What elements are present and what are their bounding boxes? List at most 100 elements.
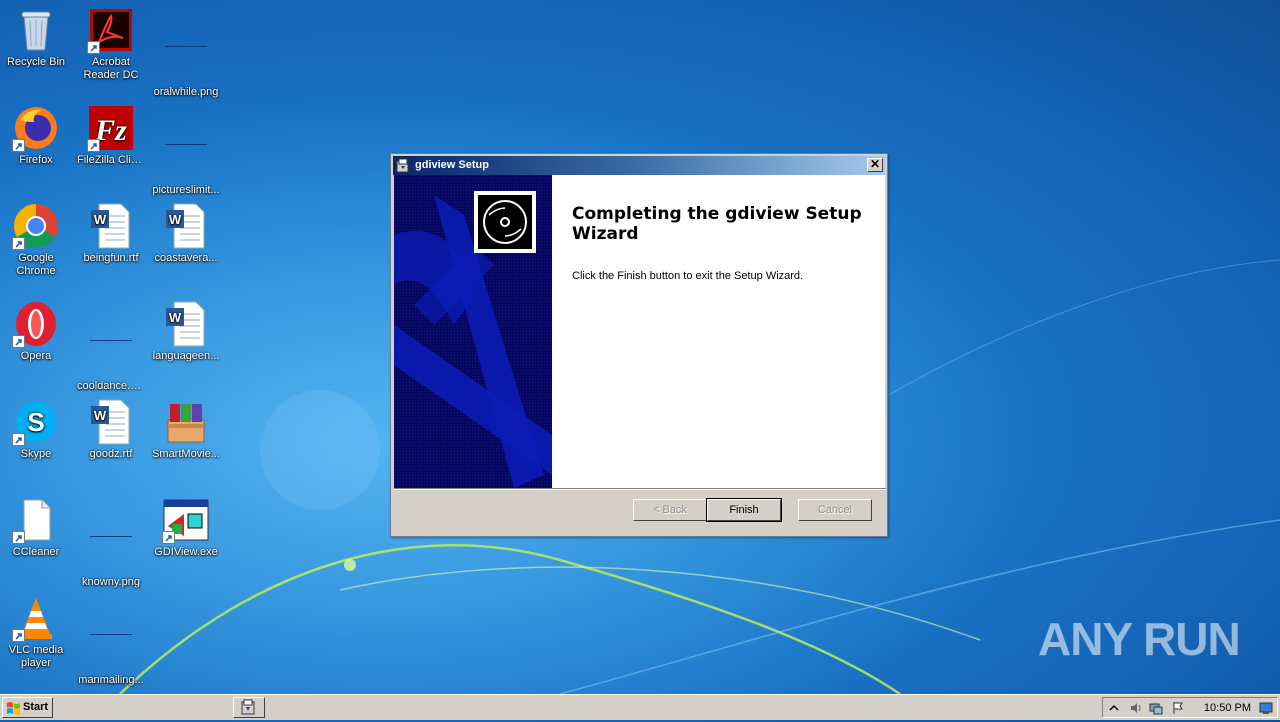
- finish-button[interactable]: Finish: [706, 498, 782, 522]
- desktop-icon-oralwhile[interactable]: oralwhile.png: [150, 6, 222, 99]
- word-doc-icon: W: [162, 202, 210, 250]
- desktop-icon-label: Opera: [20, 350, 52, 362]
- desktop-icon-languageen[interactable]: W languageen...: [150, 300, 222, 363]
- desktop-icon-firefox[interactable]: Firefox: [0, 104, 72, 167]
- desktop-icon-label: GDIView.exe: [154, 546, 218, 558]
- png-file-icon: [87, 330, 135, 378]
- desktop-icon-label: FileZilla Client: [77, 154, 147, 166]
- firefox-icon: [12, 104, 60, 152]
- desktop-icon-label: languageen...: [152, 350, 220, 362]
- desktop-icon-label: Skype: [20, 448, 52, 460]
- wizard-content: Completing the gdiview Setup Wizard Clic…: [552, 175, 885, 488]
- desktop-icon-label: Firefox: [19, 154, 53, 166]
- dialog-title: gdiview Setup: [415, 159, 489, 171]
- cancel-button[interactable]: Cancel: [798, 499, 872, 521]
- png-file-icon: [162, 36, 210, 84]
- desktop-icon-coastavera[interactable]: W coastavera...: [150, 202, 222, 265]
- skype-icon: S: [12, 398, 60, 446]
- desktop-icon-smartmovie[interactable]: SmartMovie...: [150, 398, 222, 461]
- desktop-icon-label: SmartMovie...: [152, 448, 220, 460]
- dialog-titlebar[interactable]: gdiview Setup ✕: [393, 156, 885, 175]
- installer-icon: [241, 699, 255, 715]
- desktop-icon-skype[interactable]: S Skype: [0, 398, 72, 461]
- desktop-icon-opera[interactable]: Opera: [0, 300, 72, 363]
- desktop-icon-label: Google Chrome: [16, 252, 56, 277]
- word-doc-icon: W: [162, 300, 210, 348]
- desktop-icon-label: coastavera...: [154, 252, 218, 264]
- desktop-icon-vlc[interactable]: VLC media player: [0, 594, 72, 670]
- show-hidden-icons-icon[interactable]: [1107, 701, 1121, 715]
- shortcut-arrow-icon: [162, 531, 175, 544]
- start-button[interactable]: Start: [2, 697, 53, 718]
- installer-icon: [396, 158, 411, 173]
- desktop-icon-label: Recycle Bin: [6, 56, 66, 68]
- desktop-icon-label: goodz.rtf: [89, 448, 133, 460]
- clock[interactable]: 10:50 PM: [1204, 702, 1251, 714]
- desktop-icon-label: pictureslimit...: [152, 184, 220, 196]
- close-button[interactable]: ✕: [867, 158, 883, 172]
- ccleaner-icon: [12, 496, 60, 544]
- desktop-icon-pictureslimit[interactable]: pictureslimit...: [150, 104, 222, 197]
- desktop-icon-label: VLC media player: [8, 644, 64, 669]
- shortcut-arrow-icon: [87, 139, 100, 152]
- svg-text:S: S: [27, 407, 44, 437]
- desktop-icon-label: manmailing...: [78, 674, 144, 686]
- svg-text:W: W: [94, 408, 107, 423]
- windows-logo-icon: [6, 701, 21, 722]
- desktop-icon-label: CCleaner: [12, 546, 60, 558]
- word-doc-icon: W: [87, 398, 135, 446]
- winrar-icon: [162, 398, 210, 446]
- desktop-icon-cooldance[interactable]: cooldance.png: [75, 300, 147, 393]
- anchor-graphic: [394, 175, 552, 488]
- png-file-icon: [162, 134, 210, 182]
- filezilla-icon: Fz: [87, 104, 135, 152]
- acrobat-icon: [87, 6, 135, 54]
- chrome-icon: [12, 202, 60, 250]
- png-file-icon: [87, 624, 135, 672]
- taskbar: Start 10:50 PM: [0, 694, 1280, 720]
- shortcut-arrow-icon: [12, 335, 25, 348]
- desktop-icon-manmailing[interactable]: manmailing...: [75, 594, 147, 687]
- shortcut-arrow-icon: [12, 629, 25, 642]
- svg-text:W: W: [94, 212, 107, 227]
- show-desktop-icon[interactable]: [1259, 701, 1273, 715]
- taskbar-item-gdiview-setup[interactable]: [233, 697, 265, 718]
- anyrun-watermark: ANY RUN: [1038, 613, 1241, 665]
- action-center-flag-icon[interactable]: [1171, 701, 1185, 715]
- desktop-icon-recycle-bin[interactable]: Recycle Bin: [0, 6, 72, 69]
- gdiview-icon: [162, 496, 210, 544]
- wizard-heading: Completing the gdiview Setup Wizard: [572, 204, 862, 244]
- desktop-icon-google-chrome[interactable]: Google Chrome: [0, 202, 72, 278]
- volume-icon[interactable]: [1129, 701, 1143, 715]
- png-file-icon: [87, 526, 135, 574]
- desktop-icon-label: oralwhile.png: [153, 86, 219, 98]
- shortcut-arrow-icon: [12, 531, 25, 544]
- word-doc-icon: W: [87, 202, 135, 250]
- shortcut-arrow-icon: [12, 433, 25, 446]
- recycle-bin-icon: [12, 6, 60, 54]
- start-label: Start: [23, 701, 49, 713]
- shortcut-arrow-icon: [87, 41, 100, 54]
- desktop-icon-label: Acrobat Reader DC: [83, 56, 139, 81]
- desktop-icon-gdiview[interactable]: GDIView.exe: [150, 496, 222, 559]
- shortcut-arrow-icon: [12, 237, 25, 250]
- divider: [394, 488, 886, 490]
- setup-dialog: gdiview Setup ✕ Completing the gdiview S…: [390, 153, 888, 537]
- desktop-icon-acrobat[interactable]: Acrobat Reader DC: [75, 6, 147, 82]
- svg-text:W: W: [169, 310, 182, 325]
- vlc-icon: [12, 594, 60, 642]
- wizard-banner: [394, 175, 552, 488]
- desktop-icon-beingfun[interactable]: W beingfun.rtf: [75, 202, 147, 265]
- wizard-body-text: Click the Finish button to exit the Setu…: [572, 270, 804, 282]
- svg-text:W: W: [169, 212, 182, 227]
- desktop-icon-ccleaner[interactable]: CCleaner: [0, 496, 72, 559]
- shortcut-arrow-icon: [12, 139, 25, 152]
- desktop-icon-label: knowny.png: [82, 576, 140, 588]
- system-tray: 10:50 PM: [1102, 697, 1278, 718]
- network-icon[interactable]: [1149, 701, 1163, 715]
- desktop-icon-goodz[interactable]: W goodz.rtf: [75, 398, 147, 461]
- desktop-icon-knowny[interactable]: knowny.png: [75, 496, 147, 589]
- desktop-icon-filezilla[interactable]: Fz FileZilla Client: [75, 104, 147, 167]
- back-button[interactable]: < Back: [633, 499, 707, 521]
- desktop-icon-label: cooldance.png: [77, 380, 147, 392]
